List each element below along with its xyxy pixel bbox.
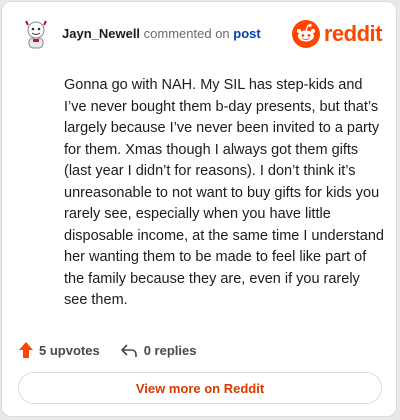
post-link[interactable]: post bbox=[233, 26, 260, 41]
reply-arrow-icon[interactable] bbox=[120, 341, 138, 359]
reddit-wordmark: reddit bbox=[323, 21, 383, 46]
action-text: commented on bbox=[143, 26, 230, 41]
comment-footer: 5 upvotes 0 replies bbox=[18, 338, 196, 362]
upvote-group[interactable]: 5 upvotes bbox=[18, 341, 100, 359]
comment-header: Jayn_Newell commented on post reddit bbox=[18, 16, 383, 52]
reddit-brand[interactable]: reddit bbox=[291, 16, 383, 52]
upvote-arrow-icon[interactable] bbox=[18, 341, 34, 359]
reddit-snoo-logo-icon bbox=[291, 20, 320, 48]
view-more-label: View more on Reddit bbox=[135, 380, 265, 396]
snoo-avatar-icon[interactable] bbox=[22, 19, 50, 49]
author-line: Jayn_Newell commented on post bbox=[62, 26, 261, 41]
reply-group[interactable]: 0 replies bbox=[120, 341, 197, 359]
reply-count: 0 replies bbox=[143, 342, 197, 358]
author-name[interactable]: Jayn_Newell bbox=[62, 26, 140, 41]
upvote-count: 5 upvotes bbox=[39, 342, 100, 358]
view-more-button[interactable]: View more on Reddit bbox=[18, 372, 382, 404]
comment-body: Gonna go with NAH. My SIL has step-kids … bbox=[64, 77, 384, 308]
comment-embed-card: Jayn_Newell commented on post reddit Gon… bbox=[1, 1, 397, 417]
